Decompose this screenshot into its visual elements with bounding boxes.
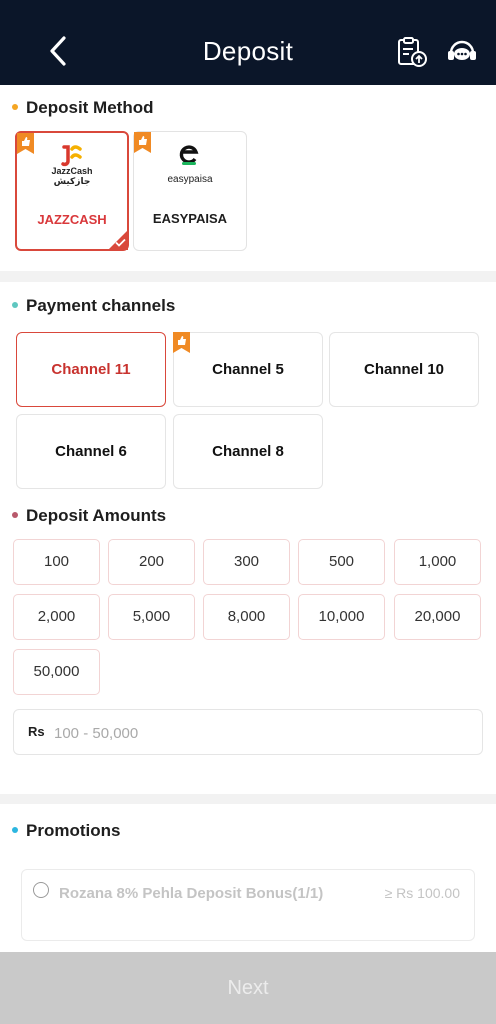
easypaisa-logo-icon [179, 145, 199, 165]
amount-option[interactable]: 10,000 [298, 594, 385, 640]
next-button[interactable]: Next [0, 952, 496, 1024]
amount-option[interactable]: 8,000 [203, 594, 290, 640]
promotion-radio[interactable] [33, 882, 49, 898]
channel-6-button[interactable]: Channel 6 [16, 414, 166, 489]
payment-channels-heading: Payment channels [12, 296, 175, 316]
amount-option[interactable]: 100 [13, 539, 100, 585]
amount-input-box: Rs [13, 709, 483, 755]
jazzcash-logo-urdu: جازکیش [53, 176, 91, 186]
clipboard-upload-icon[interactable] [396, 36, 428, 68]
deposit-method-heading: Deposit Method [12, 98, 154, 118]
promotions-heading: Promotions [12, 821, 120, 841]
method-label-easypaisa: EASYPAISA [152, 211, 228, 226]
checkmark-icon [115, 238, 126, 247]
amount-option[interactable]: 50,000 [13, 649, 100, 695]
hot-badge-icon [173, 332, 190, 353]
promotion-minimum: ≥ Rs 100.00 [384, 885, 460, 901]
section-dot-icon [12, 511, 18, 518]
amount-input[interactable] [54, 718, 454, 748]
section-dot-icon [12, 301, 18, 308]
promotion-item[interactable]: Rozana 8% Pehla Deposit Bonus(1/1) ≥ Rs … [21, 869, 475, 941]
easypaisa-logo-text: easypaisa [167, 174, 213, 185]
amount-option[interactable]: 200 [108, 539, 195, 585]
channel-11-button[interactable]: Channel 11 [16, 332, 166, 407]
channel-8-button[interactable]: Channel 8 [173, 414, 323, 489]
app-header: Deposit [0, 0, 496, 85]
amount-option[interactable]: 300 [203, 539, 290, 585]
amount-option[interactable]: 2,000 [13, 594, 100, 640]
hot-badge-icon [17, 133, 34, 154]
hot-badge-icon [134, 132, 151, 153]
method-card-jazzcash[interactable]: JazzCash جازکیش JAZZCASH [15, 131, 129, 251]
deposit-amounts-heading: Deposit Amounts [12, 506, 166, 526]
channel-10-button[interactable]: Channel 10 [329, 332, 479, 407]
headset-support-icon[interactable] [446, 38, 478, 66]
currency-label: Rs [28, 724, 45, 739]
amount-option[interactable]: 500 [298, 539, 385, 585]
amount-option[interactable]: 20,000 [394, 594, 481, 640]
promotion-name: Rozana 8% Pehla Deposit Bonus(1/1) [59, 885, 324, 902]
section-dot-icon [12, 826, 18, 833]
amount-option[interactable]: 5,000 [108, 594, 195, 640]
method-label-jazzcash: JAZZCASH [37, 212, 107, 227]
method-card-easypaisa[interactable]: easypaisa EASYPAISA [133, 131, 247, 251]
jazzcash-logo-icon [61, 145, 82, 167]
jazzcash-logo-text: JazzCash [51, 166, 93, 176]
amount-option[interactable]: 1,000 [394, 539, 481, 585]
section-dot-icon [12, 103, 18, 110]
channel-5-button[interactable]: Channel 5 [173, 332, 323, 407]
